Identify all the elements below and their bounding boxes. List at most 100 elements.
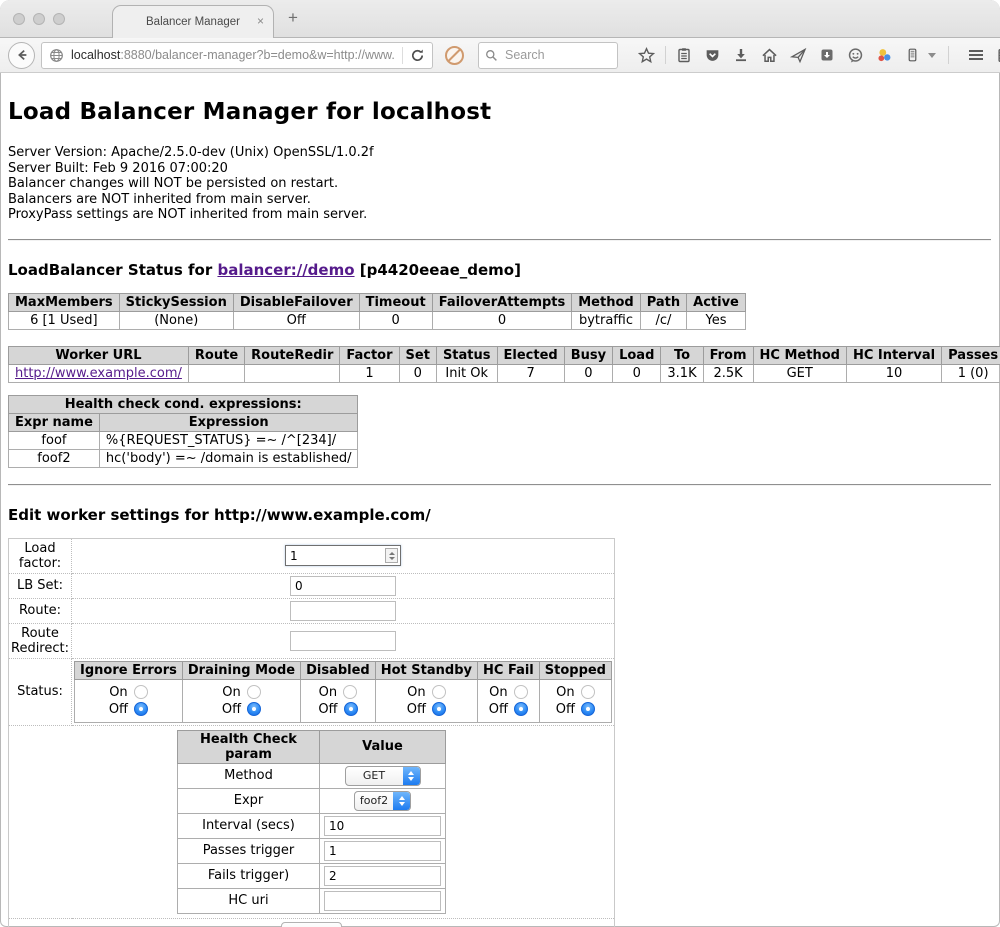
status-cell-hc-fail: On Off	[478, 679, 540, 722]
cell-expression: %{REQUEST_STATUS} =~ /^[234]/	[99, 431, 358, 449]
window-minimize-icon[interactable]	[33, 13, 45, 25]
load-factor-field[interactable]	[286, 548, 385, 564]
hc-method-label: Method	[178, 763, 320, 788]
divider	[8, 484, 991, 486]
status-label: Status:	[9, 658, 72, 725]
overflow-caret-icon[interactable]	[928, 53, 936, 58]
colored-dots-icon[interactable]	[876, 47, 893, 64]
status-radio-row: On Off On Off On Off	[75, 679, 612, 722]
url-text[interactable]: localhost:8880/balancer-manager?b=demo&w…	[71, 48, 395, 62]
route-redirect-input[interactable]	[290, 631, 396, 651]
table-header-row: Worker URL Route RouteRedir Factor Set S…	[9, 346, 1000, 364]
send-icon[interactable]	[790, 47, 807, 64]
hot-standby-on-radio[interactable]	[432, 685, 446, 699]
bookmark-star-icon[interactable]	[638, 47, 655, 64]
window-zoom-icon[interactable]	[53, 13, 65, 25]
load-factor-label: Load factor:	[9, 538, 72, 573]
cell-set: 0	[399, 364, 436, 382]
disabled-off-radio[interactable]	[344, 702, 358, 716]
hc-uri-input[interactable]	[324, 891, 441, 911]
stopped-on-radio[interactable]	[581, 685, 595, 699]
search-input[interactable]	[503, 47, 598, 63]
window-close-icon[interactable]	[13, 13, 25, 25]
on-label: On	[319, 685, 337, 700]
hc-method-select[interactable]: GET	[345, 766, 421, 786]
new-tab-button[interactable]: +	[288, 8, 298, 28]
lb-set-input[interactable]	[290, 576, 396, 596]
draining-mode-off-radio[interactable]	[247, 702, 261, 716]
hc-passes-label: Passes trigger	[178, 838, 320, 863]
tab-balancer-manager[interactable]: Balancer Manager ×	[112, 5, 274, 38]
worker-table: Worker URL Route RouteRedir Factor Set S…	[8, 346, 1000, 383]
select-stepper-icon	[393, 792, 410, 810]
search-bar[interactable]	[478, 42, 618, 69]
table-header-row: MaxMembers StickySession DisableFailover…	[9, 293, 746, 311]
url-bar[interactable]: localhost:8880/balancer-manager?b=demo&w…	[41, 42, 433, 69]
cell-hc-interval: 10	[846, 364, 941, 382]
hc-row-expr: Expr foof2	[178, 788, 446, 813]
hc-expr-select[interactable]: foof2	[354, 791, 411, 811]
server-info: Server Version: Apache/2.5.0-dev (Unix) …	[8, 145, 991, 223]
window-controls[interactable]	[13, 13, 65, 25]
hc-interval-input[interactable]	[324, 816, 441, 836]
number-spinner-icon[interactable]	[385, 548, 398, 563]
cell-disablefailover: Off	[233, 311, 359, 329]
status-cell-draining-mode: On Off	[182, 679, 300, 722]
ignore-errors-off-radio[interactable]	[134, 702, 148, 716]
balancer-link[interactable]: balancer://demo	[217, 261, 354, 279]
home-icon[interactable]	[761, 47, 778, 64]
col-path: Path	[640, 293, 686, 311]
save-box-icon[interactable]	[819, 47, 835, 63]
expr-row: foof %{REQUEST_STATUS} =~ /^[234]/	[9, 431, 358, 449]
hc-header-row: Health Check param Value	[178, 730, 446, 763]
hc-fails-input[interactable]	[324, 866, 441, 886]
hc-uri-label: HC uri	[178, 888, 320, 913]
disabled-on-radio[interactable]	[343, 685, 357, 699]
device-battery-icon[interactable]	[905, 47, 920, 63]
health-check-expressions-table: Health check cond. expressions: Expr nam…	[8, 395, 358, 468]
menu-icon[interactable]	[967, 47, 985, 63]
navigation-toolbar: localhost:8880/balancer-manager?b=demo&w…	[0, 38, 1000, 73]
downloads-icon[interactable]	[733, 47, 749, 63]
reload-icon[interactable]	[410, 48, 425, 63]
cell-active: Yes	[687, 311, 746, 329]
adblock-ban-icon[interactable]	[445, 46, 464, 65]
worker-url-link[interactable]: http://www.example.com/	[15, 366, 182, 381]
feedback-smiley-icon[interactable]	[847, 47, 864, 64]
hot-standby-off-radio[interactable]	[432, 702, 446, 716]
reading-list-icon[interactable]	[676, 47, 692, 63]
search-magnifier-icon	[485, 49, 498, 62]
col-expr-name: Expr name	[9, 413, 100, 431]
heading-suffix: [p4420eeae_demo]	[355, 261, 521, 279]
draining-mode-on-radio[interactable]	[247, 685, 261, 699]
status-cell-disabled: On Off	[301, 679, 376, 722]
worker-row: http://www.example.com/ 1 0 Init Ok 7 0 …	[9, 364, 1000, 382]
hc-fail-on-radio[interactable]	[514, 685, 528, 699]
status-header-row: Ignore Errors Draining Mode Disabled Hot…	[75, 661, 612, 679]
back-button[interactable]	[8, 42, 35, 69]
col-stickysession: StickySession	[119, 293, 233, 311]
selected-method: GET	[346, 769, 403, 782]
col-routeredir: RouteRedir	[245, 346, 340, 364]
off-label: Off	[489, 702, 508, 717]
off-label: Off	[318, 702, 337, 717]
tab-close-icon[interactable]: ×	[257, 14, 264, 28]
toolbar-divider	[948, 46, 949, 64]
col-hc-method: HC Method	[753, 346, 846, 364]
status-cell-hot-standby: On Off	[375, 679, 477, 722]
col-disablefailover: DisableFailover	[233, 293, 359, 311]
route-input[interactable]	[290, 601, 396, 621]
hc-passes-input[interactable]	[324, 841, 441, 861]
tab-bar: Balancer Manager × +	[0, 0, 1000, 38]
col-maxmembers: MaxMembers	[9, 293, 120, 311]
submit-button[interactable]: Submit	[281, 922, 342, 927]
cell-hc-method: GET	[753, 364, 846, 382]
col-disabled: Disabled	[301, 661, 376, 679]
hc-fail-off-radio[interactable]	[514, 702, 528, 716]
pocket-icon[interactable]	[704, 47, 721, 64]
load-factor-input[interactable]	[285, 545, 401, 566]
status-cell-ignore-errors: On Off	[75, 679, 183, 722]
ignore-errors-on-radio[interactable]	[134, 685, 148, 699]
hc-interval-label: Interval (secs)	[178, 813, 320, 838]
stopped-off-radio[interactable]	[581, 702, 595, 716]
